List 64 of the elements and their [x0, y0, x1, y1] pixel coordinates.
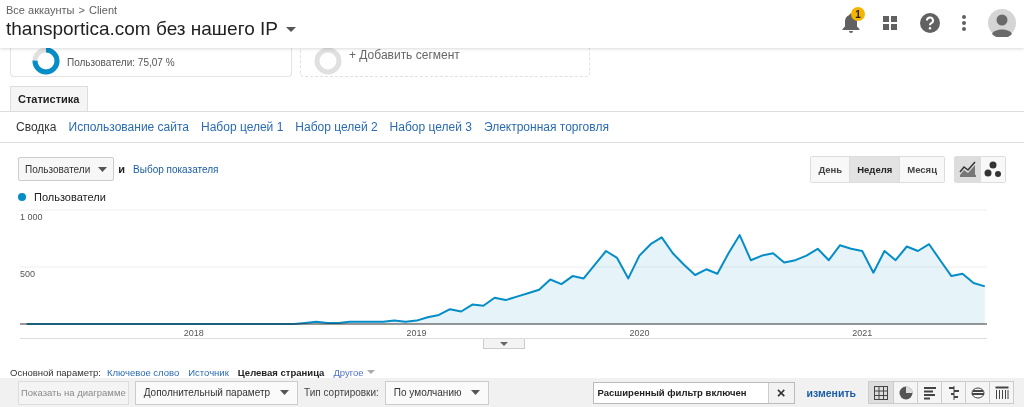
- report-subtab[interactable]: Набор целей 1: [201, 120, 284, 134]
- period-button[interactable]: День: [811, 156, 850, 182]
- x-tick-label: 2020: [629, 328, 650, 338]
- caret-icon[interactable]: [280, 390, 290, 395]
- breadcrumb-link[interactable]: Все аккаунты: [6, 4, 75, 16]
- add-segment-label: + Добавить сегмент: [349, 48, 460, 64]
- report-subtab[interactable]: Использование сайта: [68, 120, 189, 134]
- report-subtab[interactable]: Электронная торговля: [483, 120, 609, 134]
- segment-ring-icon[interactable]: [31, 48, 61, 76]
- sort-type-dropdown[interactable]: По умолчанию: [384, 380, 490, 405]
- secondary-dimension-dropdown[interactable]: Дополнительный параметр: [134, 380, 299, 405]
- notification-badge: 1: [851, 7, 865, 21]
- more-options-icon[interactable]: [962, 15, 966, 31]
- pivot-view-icon: [993, 384, 1010, 401]
- line-chart-button[interactable]: [955, 156, 980, 182]
- collapse-chart-toggle[interactable]: [482, 339, 525, 349]
- table-view-icon: [873, 384, 889, 401]
- filter-field[interactable]: Расширенный фильтр включен ×: [592, 381, 795, 404]
- segment-card[interactable]: Пользователи: 75,07 %: [10, 48, 292, 77]
- metric-dropdown[interactable]: Пользователи: [18, 157, 115, 181]
- report-subtab[interactable]: Набор целей 3: [389, 120, 472, 134]
- y-tick-label: 1 000: [20, 212, 43, 222]
- help-icon[interactable]: [920, 13, 940, 33]
- bar-view-button[interactable]: [917, 382, 941, 403]
- motion-chart-button[interactable]: [980, 156, 1005, 182]
- caret-icon[interactable]: [98, 166, 108, 172]
- bar-view-icon: [921, 384, 938, 401]
- x-tick-label: 2018: [183, 328, 204, 338]
- dimension-option[interactable]: Ключевое слово: [106, 366, 180, 378]
- breadcrumb-separator: >: [78, 4, 85, 16]
- pie-view-button[interactable]: [893, 382, 917, 403]
- dimension-option[interactable]: Источник: [188, 366, 229, 378]
- dimension-option[interactable]: Целевая страница: [237, 366, 325, 378]
- period-button[interactable]: Неделя: [849, 156, 900, 182]
- striped-circle-view-button[interactable]: [965, 382, 989, 403]
- edit-filter-link[interactable]: изменить: [806, 386, 856, 399]
- choose-metric-link[interactable]: Выбор показателя: [133, 163, 219, 175]
- x-tick-label: 2019: [406, 328, 427, 338]
- report-tab[interactable]: Статистика: [10, 86, 88, 111]
- report-subtab[interactable]: Сводка: [16, 120, 57, 134]
- legend-label: Пользователи: [34, 191, 106, 203]
- striped-circle-view-icon: [969, 384, 986, 401]
- other-dimension-dropdown[interactable]: Другое: [333, 366, 375, 378]
- caret-icon[interactable]: [471, 390, 481, 395]
- comparison-view-button[interactable]: [941, 382, 965, 403]
- conjunction-label: и: [118, 163, 126, 175]
- report-subtab[interactable]: Набор целей 2: [295, 120, 378, 134]
- x-tick-label: 2021: [852, 328, 873, 338]
- avatar-icon[interactable]: [988, 9, 1016, 37]
- clear-filter-button[interactable]: ×: [767, 382, 794, 403]
- caret-icon[interactable]: [285, 26, 296, 32]
- table-view-button[interactable]: [869, 382, 893, 403]
- pie-view-icon: [897, 384, 914, 401]
- pivot-view-button[interactable]: [989, 382, 1013, 403]
- view-title[interactable]: thansportica.com без нашего IP: [6, 18, 278, 40]
- sort-type-label: Тип сортировки:: [304, 387, 379, 398]
- add-segment-card[interactable]: + Добавить сегмент: [300, 48, 590, 77]
- segment-label: Пользователи: 75,07 %: [67, 57, 175, 70]
- y-tick-label: 500: [20, 269, 36, 279]
- primary-dimension-label: Основной параметр:: [10, 366, 101, 378]
- breadcrumb-link[interactable]: Client: [88, 4, 118, 16]
- period-button[interactable]: Месяц: [899, 156, 944, 182]
- caret-icon[interactable]: [499, 341, 508, 346]
- apps-grid-icon[interactable]: [882, 15, 898, 31]
